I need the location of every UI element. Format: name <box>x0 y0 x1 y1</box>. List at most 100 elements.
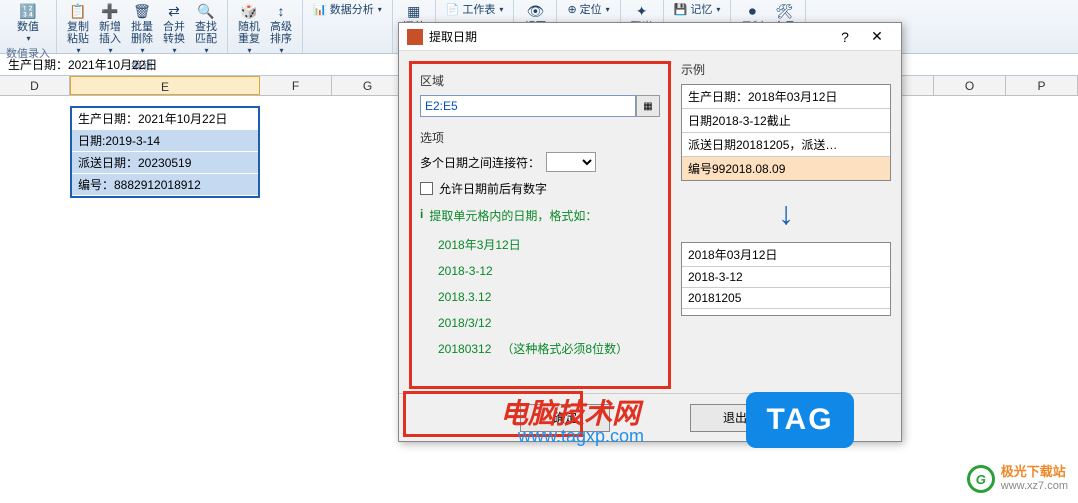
memory-icon: 💾 <box>674 3 688 16</box>
chevron-down-icon: ▾ <box>378 5 382 14</box>
format-example: 2018-3-12 <box>438 258 660 284</box>
connector-select[interactable] <box>546 152 596 172</box>
example-row <box>682 309 890 315</box>
dice-icon: 🎲 <box>240 2 258 20</box>
example-row: 编号992018.08.09 <box>682 157 890 180</box>
merge-icon: ⇄ <box>165 2 183 20</box>
dialog-titlebar[interactable]: 提取日期 ? ✕ <box>399 23 901 51</box>
random-button[interactable]: 🎲随机重复▾ <box>234 0 264 57</box>
ribbon-group-data-entry: 🔢 数值 ▾ 数值录入 <box>0 0 57 53</box>
formula-bar-text: 生产日期：2021年10月22日 <box>8 56 157 73</box>
example-row: 20181205 <box>682 288 890 309</box>
split-icon: ▦ <box>405 2 423 20</box>
chevron-down-icon: ▾ <box>606 5 610 14</box>
region-label: 区域 <box>420 72 660 89</box>
allow-digits-label: 允许日期前后有数字 <box>439 180 547 197</box>
tools-icon: 🛠 <box>775 2 793 20</box>
chevron-down-icon: ▾ <box>76 46 80 55</box>
format-example: 2018/3/12 <box>438 310 660 336</box>
format-examples: 2018年3月12日 2018-3-12 2018.3.12 2018/3/12… <box>420 232 660 362</box>
spotlight-icon: ✦ <box>633 2 651 20</box>
col-header-g[interactable]: G <box>332 76 404 95</box>
chevron-down-icon: ▾ <box>172 46 176 55</box>
search-icon: 🔍 <box>197 2 215 20</box>
col-header-f[interactable]: F <box>260 76 332 95</box>
numeric-icon: 🔢 <box>19 2 37 20</box>
col-header-e[interactable]: E <box>70 76 260 95</box>
copy-paste-button[interactable]: 📋复制粘贴▾ <box>63 0 93 57</box>
chevron-down-icon: ▾ <box>247 46 251 55</box>
dialog-left-panel: 区域 ▦ 选项 多个日期之间连接符： 允许日期前后有数字 i 提取单元格内的日期… <box>409 61 671 389</box>
chevron-down-icon: ▾ <box>279 46 283 55</box>
view-icon: 👁 <box>526 2 544 20</box>
copy-icon: 📋 <box>69 2 87 20</box>
extract-date-dialog: 提取日期 ? ✕ 区域 ▦ 选项 多个日期之间连接符： 允许日期前后有数字 i … <box>398 22 902 442</box>
site-url: www.xz7.com <box>1001 479 1068 493</box>
chart-icon: 📊 <box>313 3 327 16</box>
worksheet-button[interactable]: 📄工作表▾ <box>442 0 508 18</box>
insert-icon: ➕ <box>101 2 119 20</box>
data-analysis-button[interactable]: 📊数据分析▾ <box>309 0 386 18</box>
site-badge: G 极光下载站 www.xz7.com <box>967 465 1068 493</box>
ribbon-group-analysis: 📊数据分析▾ <box>303 0 393 53</box>
locate-button[interactable]: ⊕定位▾ <box>563 0 613 18</box>
chevron-down-icon: ▾ <box>716 5 720 14</box>
cell-e4[interactable]: 派送日期：20230519 <box>72 152 258 174</box>
sort-button[interactable]: ↕高级排序▾ <box>266 0 296 57</box>
example-input-box: 生产日期：2018年03月12日 日期2018-3-12截止 派送日期20181… <box>681 84 891 181</box>
example-output-box: 2018年03月12日 2018-3-12 20181205 <box>681 242 891 316</box>
chevron-down-icon: ▾ <box>26 34 30 43</box>
batch-delete-button[interactable]: 🗑批量删除▾ <box>127 0 157 57</box>
connector-label: 多个日期之间连接符： <box>420 154 540 171</box>
dialog-title-text: 提取日期 <box>429 28 477 45</box>
range-picker-button[interactable]: ▦ <box>636 95 660 117</box>
record-icon: ⏺ <box>743 2 761 20</box>
watermark-url: www.tagxp.com <box>518 426 644 447</box>
merge-convert-button[interactable]: ⇄合并转换▾ <box>159 0 189 57</box>
format-example: 2018年3月12日 <box>438 232 660 258</box>
site-logo-icon: G <box>967 465 995 493</box>
find-match-button[interactable]: 🔍查找匹配▾ <box>191 0 221 57</box>
help-button[interactable]: ? <box>829 29 861 45</box>
range-input[interactable] <box>420 95 636 117</box>
col-header-o[interactable]: O <box>934 76 1006 95</box>
example-row: 生产日期：2018年03月12日 <box>682 85 890 109</box>
dialog-right-panel: 示例 生产日期：2018年03月12日 日期2018-3-12截止 派送日期20… <box>681 61 891 389</box>
options-label: 选项 <box>420 129 660 146</box>
sort-icon: ↕ <box>272 2 290 20</box>
cell-e5[interactable]: 编号：8882912018912 <box>72 174 258 196</box>
sheet-icon: 📄 <box>446 3 460 16</box>
insert-button[interactable]: ➕新增插入▾ <box>95 0 125 57</box>
example-row: 日期2018-3-12截止 <box>682 109 890 133</box>
memory-button[interactable]: 💾记忆▾ <box>670 0 725 18</box>
close-button[interactable]: ✕ <box>861 28 893 45</box>
format-note: （这种格式必须8位数） <box>501 342 628 356</box>
col-header-p[interactable]: P <box>1006 76 1078 95</box>
example-row: 2018-3-12 <box>682 267 890 288</box>
cell-e2[interactable]: 生产日期：2021年10月22日 <box>72 108 258 130</box>
example-row: 派送日期20181205，派送… <box>682 133 890 157</box>
format-example: 20180312 <box>438 342 491 356</box>
format-example: 2018.3.12 <box>438 284 660 310</box>
cell-e3[interactable]: 日期:2019-3-14 <box>72 130 258 152</box>
site-name: 极光下载站 <box>1001 465 1068 479</box>
info-text: 提取单元格内的日期，格式如： <box>429 207 597 224</box>
example-label: 示例 <box>681 61 891 78</box>
info-icon: i <box>420 207 423 224</box>
chevron-down-icon: ▾ <box>140 46 144 55</box>
chevron-down-icon: ▾ <box>499 5 503 14</box>
ribbon-group-edit: 📋复制粘贴▾ ➕新增插入▾ 🗑批量删除▾ ⇄合并转换▾ 🔍查找匹配▾ 编辑 <box>57 0 228 53</box>
tag-badge: TAG <box>746 392 854 448</box>
col-header-d[interactable]: D <box>0 76 70 95</box>
locate-icon: ⊕ <box>567 3 576 16</box>
allow-digits-checkbox[interactable] <box>420 182 433 195</box>
selected-range[interactable]: 生产日期：2021年10月22日 日期:2019-3-14 派送日期：20230… <box>70 106 260 198</box>
delete-icon: 🗑 <box>133 2 151 20</box>
chevron-down-icon: ▾ <box>204 46 208 55</box>
example-row: 2018年03月12日 <box>682 243 890 267</box>
numeric-button[interactable]: 🔢 数值 ▾ <box>13 0 43 45</box>
arrow-down-icon: ↓ <box>681 185 891 242</box>
ribbon-group-misc: 🎲随机重复▾ ↕高级排序▾ <box>228 0 303 53</box>
chevron-down-icon: ▾ <box>108 46 112 55</box>
dialog-app-icon <box>407 29 423 45</box>
